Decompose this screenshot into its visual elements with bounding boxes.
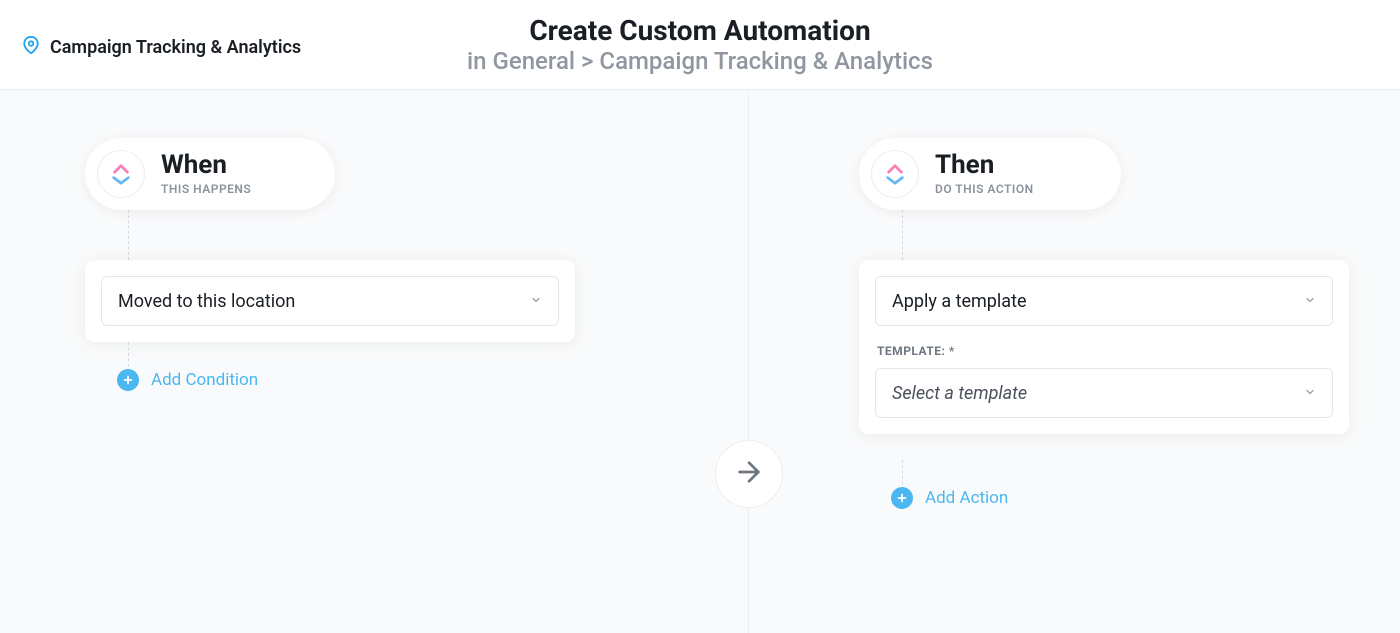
header-title-block: Create Custom Automation in General > Ca… — [467, 14, 933, 75]
action-card: Apply a template TEMPLATE: * Select a te… — [859, 260, 1349, 434]
location-pin-icon — [22, 36, 40, 58]
add-condition-button[interactable]: Add Condition — [117, 369, 258, 391]
when-pill: When THIS HAPPENS — [85, 138, 335, 210]
action-select[interactable]: Apply a template — [875, 276, 1333, 326]
arrow-right-icon — [733, 456, 765, 492]
when-title: When — [161, 151, 251, 181]
then-subtitle: DO THIS ACTION — [935, 183, 1034, 197]
chevron-down-icon — [1304, 386, 1316, 401]
chevron-down-icon — [530, 294, 542, 309]
connector-line — [902, 210, 903, 260]
breadcrumb[interactable]: Campaign Tracking & Analytics — [22, 36, 301, 58]
trigger-card: Moved to this location — [85, 260, 575, 342]
plus-circle-icon — [891, 487, 913, 509]
automation-canvas: When THIS HAPPENS Moved to this location… — [0, 90, 1400, 633]
add-action-label: Add Action — [925, 488, 1008, 508]
page-title: Create Custom Automation — [467, 14, 933, 47]
page-subtitle: in General > Campaign Tracking & Analyti… — [467, 47, 933, 75]
template-select-placeholder: Select a template — [892, 383, 1027, 404]
template-section-label: TEMPLATE: * — [877, 344, 1333, 358]
add-action-button[interactable]: Add Action — [891, 487, 1008, 509]
template-select[interactable]: Select a template — [875, 368, 1333, 418]
trigger-select[interactable]: Moved to this location — [101, 276, 559, 326]
connector-line — [128, 342, 129, 372]
header: Campaign Tracking & Analytics Create Cus… — [0, 0, 1400, 90]
clickup-logo-icon — [97, 150, 145, 198]
plus-circle-icon — [117, 369, 139, 391]
center-divider — [748, 90, 749, 633]
action-select-value: Apply a template — [892, 291, 1027, 312]
then-title: Then — [935, 151, 1034, 181]
connector-line — [128, 210, 129, 260]
when-subtitle: THIS HAPPENS — [161, 183, 251, 197]
breadcrumb-text: Campaign Tracking & Analytics — [50, 37, 301, 58]
trigger-select-value: Moved to this location — [118, 291, 295, 312]
add-condition-label: Add Condition — [151, 370, 258, 390]
then-pill: Then DO THIS ACTION — [859, 138, 1121, 210]
clickup-logo-icon — [871, 150, 919, 198]
arrow-connector — [715, 440, 783, 508]
connector-line — [902, 460, 903, 490]
chevron-down-icon — [1304, 294, 1316, 309]
